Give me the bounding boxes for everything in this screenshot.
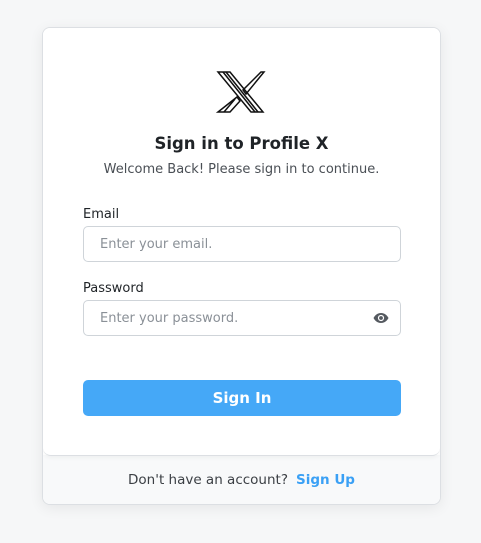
password-label: Password [83,281,144,296]
email-label: Email [83,207,120,222]
signin-card: Sign in to Profile X Welcome Back! Pleas… [42,27,441,505]
signup-footer: Don't have an account? Sign Up [43,455,440,504]
sign-in-button[interactable]: Sign In [83,380,401,416]
eye-icon[interactable] [373,311,389,325]
email-field[interactable] [84,227,400,261]
password-field[interactable] [84,301,400,335]
page-title: Sign in to Profile X [154,134,329,153]
email-field-wrapper [83,226,401,262]
profile-x-logo-icon [215,71,266,113]
page-subtitle: Welcome Back! Please sign in to continue… [103,162,380,177]
sign-up-link[interactable]: Sign Up [296,472,355,488]
signup-prompt: Don't have an account? [128,471,289,488]
password-field-wrapper [83,300,401,336]
signin-card-body: Sign in to Profile X Welcome Back! Pleas… [43,28,440,456]
